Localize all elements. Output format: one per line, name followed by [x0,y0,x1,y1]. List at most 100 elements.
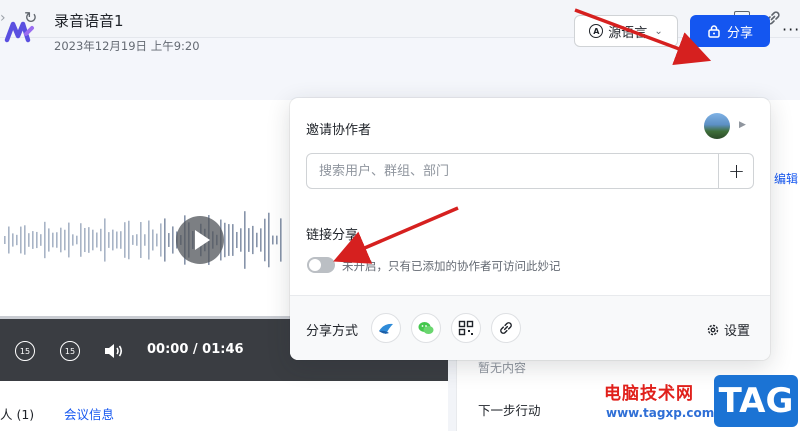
watermark-text: 电脑技术网 [604,384,694,404]
rewind-15-icon[interactable]: 15 [15,341,35,361]
waveform-bar [8,226,10,254]
chevron-down-icon: ⌄ [654,25,663,37]
no-content-text: 暂无内容 [478,361,527,375]
edit-link[interactable]: 编辑 [774,170,798,187]
waveform-bar [240,228,242,252]
waveform-bar [152,229,154,251]
language-icon: A [589,24,604,38]
waveform-bar [20,226,22,254]
collaborator-search-input[interactable] [306,153,718,189]
forward-15-icon[interactable]: 15 [60,341,80,361]
more-icon[interactable]: ··· [782,20,800,39]
waveform-bar [44,221,46,259]
waveform-bar [84,227,86,253]
record-date: 2023年12月19日 上午9:20 [54,39,200,53]
waveform-bar [232,224,234,256]
waveform-bar [236,231,238,249]
waveform-bar [16,234,18,246]
waveform-bar [32,231,34,249]
wechat-share-button[interactable] [411,313,441,343]
waveform-bar [116,231,118,249]
share-button-label: 分享 [726,25,753,41]
add-collaborator-button[interactable]: + [718,153,754,189]
waveform-bar [88,227,90,253]
waveform-bar [124,222,126,258]
waveform-bar [80,223,82,257]
waveform-bar [224,222,226,258]
source-language-label: 源语言 [608,25,648,41]
waveform-bar [28,233,30,247]
link-share-title: 链接分享 [306,228,359,243]
settings-label: 设置 [724,324,751,339]
waveform-bar [168,233,170,247]
waveform-bar [112,229,114,251]
gear-icon [707,324,719,335]
waveform-bar [260,228,262,252]
waveform-bar [264,218,266,262]
waveform-bar [140,222,142,258]
share-settings-button[interactable]: 设置 [706,320,750,339]
waveform-bar [256,232,258,248]
waveform-bar [164,218,166,262]
lark-share-button[interactable] [371,313,401,343]
waveform-bar [268,212,270,268]
link-icon [500,322,512,334]
waveform-bar [136,234,138,246]
waveform-bar [148,220,150,260]
next-action-heading: 下一步行动 [478,403,541,418]
copy-link-button[interactable] [491,313,521,343]
source-language-button[interactable]: A 源语言 ⌄ [574,15,678,47]
invite-collaborators-title: 邀请协作者 [306,123,372,138]
waveform-bar [144,234,146,246]
waveform-bar [4,236,6,244]
waveform-bar [104,218,106,262]
share-button[interactable]: 分享 [690,15,770,47]
tab-meeting-info[interactable]: 会议信息 [64,404,114,423]
waveform-bar [36,231,38,249]
minutes-logo-icon [4,21,34,43]
playback-time: 00:00 / 01:46 [147,342,244,357]
qrcode-share-button[interactable] [451,313,481,343]
waveform-bar [100,228,102,252]
waveform-bar [272,235,274,245]
waveform-bar [172,226,174,254]
waveform-bar [120,231,122,249]
lock-icon [708,25,720,38]
lark-icon [379,323,393,334]
waveform-bar [108,232,110,248]
link-share-toggle[interactable] [307,257,335,273]
waveform-bar [12,233,14,247]
avatar[interactable] [704,113,730,139]
play-button[interactable] [176,216,224,264]
waveform-bar [68,222,70,258]
tab-people[interactable]: 人 (1) [0,404,34,423]
popup-footer [290,296,770,360]
waveform-bar [72,234,74,246]
share-method-label: 分享方式 [306,324,359,339]
waveform-bar [160,223,162,257]
waveform-bar [156,233,158,247]
waveform-bar [96,232,98,248]
waveform-bar [132,235,134,245]
waveform-bar [252,225,254,255]
waveform-bar [128,220,130,260]
waveform-bar [60,227,62,253]
waveform-bar [276,235,278,245]
waveform-bar [52,232,54,248]
qrcode-icon [458,320,474,336]
waveform-bar [248,228,250,252]
chevron-right-icon[interactable]: ▶ [739,120,746,130]
volume-icon[interactable] [102,340,124,362]
waveform-bar [64,229,66,251]
waveform-bar [48,228,50,252]
watermark-url: www.tagxp.com [606,406,715,420]
waveform-bar [92,229,94,251]
link-share-description: 未开启，只有已添加的协作者可访问此妙记 [342,259,561,273]
waveform-bar [40,234,42,246]
waveform [4,211,282,269]
watermark-tag-logo: TAG [714,375,798,427]
waveform-bar [244,211,246,269]
waveform-bar [56,232,58,248]
waveform-bar [24,225,26,255]
waveform-bar [280,218,282,262]
